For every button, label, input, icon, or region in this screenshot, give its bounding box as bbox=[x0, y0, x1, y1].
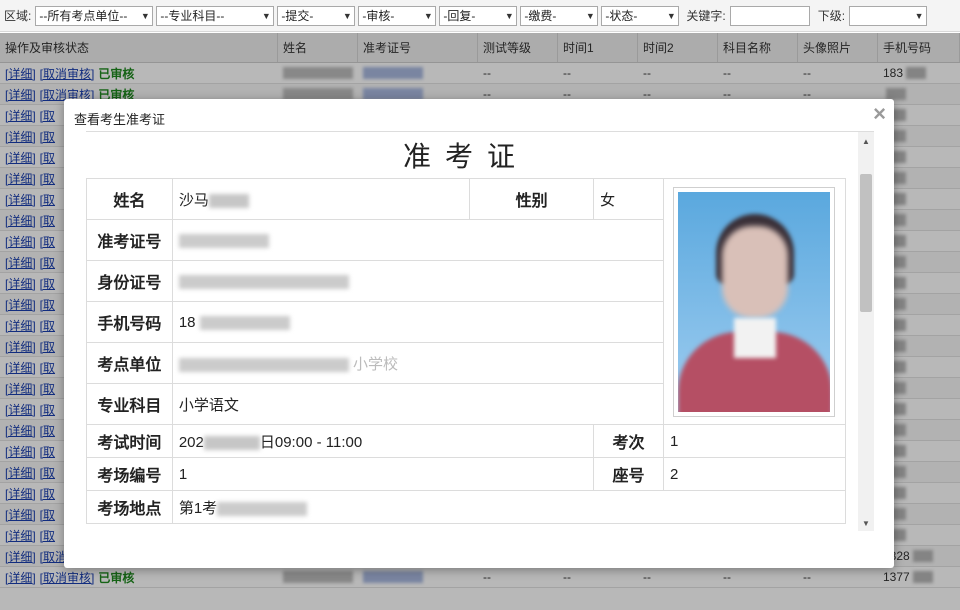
photo-image bbox=[678, 191, 831, 412]
dialog-body: 准考证 姓名 沙马 性别 女 准考证号 身份证号 手机号码 18 考点单位 小学… bbox=[86, 131, 874, 531]
level-label: 下级: bbox=[817, 9, 846, 23]
phone-label: 手机号码 bbox=[86, 301, 173, 343]
chevron-down-icon: ▼ bbox=[140, 10, 150, 21]
ticket-table: 姓名 沙马 性别 女 准考证号 身份证号 手机号码 18 考点单位 小学校 专业… bbox=[86, 178, 847, 524]
session-label: 考次 bbox=[593, 424, 664, 458]
chevron-down-icon: ▼ bbox=[914, 10, 924, 21]
ticket-title: 准考证 bbox=[402, 140, 529, 173]
seat-value: 2 bbox=[662, 457, 847, 491]
id-number-label: 身份证号 bbox=[86, 260, 173, 302]
exam-time-label: 考试时间 bbox=[86, 424, 173, 458]
exam-unit-select[interactable]: --所有考点单位-- ▼ bbox=[35, 5, 154, 26]
name-value: 沙马 bbox=[171, 178, 471, 220]
name-label: 姓名 bbox=[86, 178, 173, 220]
submit-select[interactable]: -提交- ▼ bbox=[277, 5, 356, 26]
ticket-number-label: 准考证号 bbox=[86, 219, 173, 261]
location-value: 第1考 bbox=[171, 490, 847, 524]
time-suffix: 日09:00 - 11:00 bbox=[259, 433, 363, 451]
ticket-number-value bbox=[171, 219, 664, 261]
keyword-label: 关键字: bbox=[686, 9, 726, 23]
chevron-down-icon: ▼ bbox=[666, 10, 676, 21]
photo-face bbox=[722, 225, 789, 318]
redaction-mask bbox=[203, 435, 260, 450]
redaction-mask bbox=[208, 193, 249, 208]
candidate-photo bbox=[673, 186, 836, 417]
dialog-scrollbar[interactable]: ▲ ▼ bbox=[858, 132, 874, 531]
review-select[interactable]: -审核- ▼ bbox=[358, 5, 437, 26]
photo-cell bbox=[662, 178, 847, 425]
seat-label: 座号 bbox=[593, 457, 664, 491]
location-label: 考场地点 bbox=[86, 490, 173, 524]
room-value: 1 bbox=[171, 457, 595, 491]
redaction-mask bbox=[178, 357, 349, 372]
admission-ticket: 准考证 姓名 沙马 性别 女 准考证号 身份证号 手机号码 18 考点单位 小学… bbox=[86, 132, 847, 524]
session-value: 1 bbox=[662, 424, 847, 458]
chevron-down-icon: ▼ bbox=[585, 10, 595, 21]
scrollbar-thumb[interactable] bbox=[860, 174, 872, 312]
close-icon[interactable]: × bbox=[873, 103, 886, 125]
status-select[interactable]: -状态- ▼ bbox=[601, 5, 680, 26]
location-text: 第1考 bbox=[178, 499, 218, 517]
subject-label: 专业科目 bbox=[86, 383, 173, 425]
reply-value: -回复- bbox=[443, 9, 476, 23]
exam-unit-value: 小学校 bbox=[171, 342, 664, 384]
dialog-title: 查看考生准考证 bbox=[74, 112, 166, 127]
unit-text: 小学校 bbox=[353, 355, 399, 373]
exam-time-value: 202 日09:00 - 11:00 bbox=[171, 424, 595, 458]
room-label: 考场编号 bbox=[86, 457, 173, 491]
subject-value: 小学语文 bbox=[171, 383, 664, 425]
region-label: 区域: bbox=[4, 9, 32, 23]
id-number-value bbox=[171, 260, 664, 302]
scroll-up-arrow-icon[interactable]: ▲ bbox=[858, 134, 874, 148]
payment-value: -缴费- bbox=[524, 9, 557, 23]
phone-text: 18 bbox=[178, 313, 196, 331]
reply-select[interactable]: -回复- ▼ bbox=[439, 5, 518, 26]
redaction-mask bbox=[199, 315, 290, 330]
photo-collar bbox=[734, 317, 777, 358]
subject-select[interactable]: --专业科目-- ▼ bbox=[156, 5, 275, 26]
chevron-down-icon: ▼ bbox=[504, 10, 514, 21]
payment-select[interactable]: -缴费- ▼ bbox=[520, 5, 599, 26]
exam-unit-value: --所有考点单位-- bbox=[39, 9, 128, 23]
redaction-mask bbox=[178, 233, 269, 248]
time-prefix: 202 bbox=[178, 433, 204, 451]
chevron-down-icon: ▼ bbox=[342, 10, 352, 21]
submit-value: -提交- bbox=[281, 9, 314, 23]
redaction-mask bbox=[217, 501, 308, 516]
exam-unit-label: 考点单位 bbox=[86, 342, 173, 384]
chevron-down-icon: ▼ bbox=[423, 10, 433, 21]
admission-ticket-dialog: 查看考生准考证 × 准考证 姓名 沙马 性别 女 准考证号 身份证号 手机号码 … bbox=[64, 99, 894, 568]
scroll-down-arrow-icon[interactable]: ▼ bbox=[858, 516, 874, 530]
keyword-input[interactable] bbox=[729, 5, 810, 26]
status-value: -状态- bbox=[605, 9, 638, 23]
name-text: 沙马 bbox=[178, 191, 209, 209]
gender-label: 性别 bbox=[469, 178, 595, 220]
phone-value: 18 bbox=[171, 301, 664, 343]
redaction-mask bbox=[178, 274, 349, 289]
filter-bar: 区域: --所有考点单位-- ▼ --专业科目-- ▼ -提交- ▼ -审核- … bbox=[0, 0, 960, 32]
review-value: -审核- bbox=[362, 9, 395, 23]
chevron-down-icon: ▼ bbox=[261, 10, 271, 21]
gender-value: 女 bbox=[593, 178, 664, 220]
subject-value: --专业科目-- bbox=[160, 9, 225, 23]
level-select[interactable]: ▼ bbox=[849, 5, 928, 26]
